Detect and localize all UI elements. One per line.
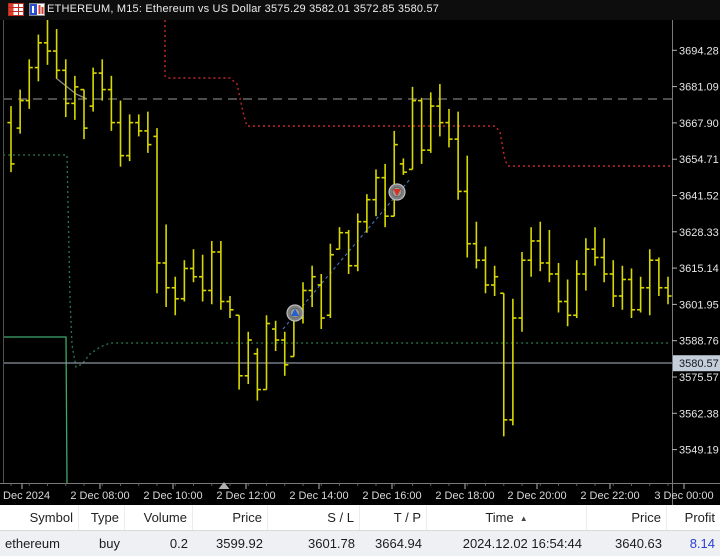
time-axis-label: 2 Dec 08:00 [70,490,129,502]
column-header-type[interactable]: Type [79,505,125,530]
cell-symbol: ethereum [5,536,60,551]
price-axis-label: 3641.52 [679,190,719,202]
current-price-box: 3580.57 [673,355,720,372]
column-header-time[interactable]: Time ▲ [427,505,587,530]
current-price-label: 3580.57 [679,358,719,370]
time-axis-label: 2 Dec 16:00 [362,490,421,502]
time-axis-label: 2 Dec 10:00 [143,490,202,502]
time-axis-label: 2 Dec 14:00 [289,490,348,502]
price-axis-label: 3601.95 [679,299,719,311]
cell-volume: 0.2 [169,536,188,551]
price-axis-label: 3588.76 [679,336,719,348]
cell-sl: 3601.78 [308,536,355,551]
time-axis-label: 2 Dec 18:00 [435,490,494,502]
bar-chart-icon [29,3,45,16]
time-axis-label: 2 Dec 12:00 [216,490,275,502]
column-header-profit[interactable]: Profit [667,505,720,530]
time-axis-label: 2 Dec 20:00 [507,490,566,502]
time-axis-label: 2 Dec 22:00 [580,490,639,502]
cell-time: 2024.12.02 16:54:44 [462,536,582,551]
price-axis-label: 3628.33 [679,227,719,239]
price-axis-label: 3562.38 [679,408,719,420]
cell-price: 3599.92 [216,536,263,551]
chart-canvas[interactable]: 3707.473694.283681.093667.903654.713641.… [0,0,720,505]
price-axis-label: 3681.09 [679,82,719,94]
cell-type: buy [99,536,120,551]
column-header-tp[interactable]: T / P [360,505,427,530]
quotes-grid-icon [8,3,24,16]
chart-title: ETHEREUM, M15: Ethereum vs US Dollar 357… [47,3,440,15]
trade-table: Symbol Type Volume Price S / LT / P Time ▲ Pric… [0,505,720,556]
column-header-volume[interactable]: Volume [125,505,193,530]
chart-titlebar: ETHEREUM, M15: Ethereum vs US Dollar 357… [0,0,720,20]
price-axis-label: 3654.71 [679,154,719,166]
price-axis-label: 3549.19 [679,445,719,457]
sort-ascending-icon: ▲ [519,514,528,523]
cell-profit: 8.14 [689,536,715,551]
price-axis-label: 3575.57 [679,372,719,384]
cell-price-2: 3640.63 [615,536,662,551]
close-marker[interactable] [388,183,406,201]
price-axis-label: 3694.28 [679,45,719,57]
chart-background [0,0,720,505]
buy-entry-marker[interactable] [286,304,304,322]
column-header-price[interactable]: Price [193,505,268,530]
trade-table-row[interactable]: ethereum buy 0.2 3599.92 3601.78 3664.94 2024.… [0,531,720,556]
mt5-chart-window: 3707.473694.283681.093667.903654.713641.… [0,0,720,556]
price-axis-label: 3667.90 [679,118,719,130]
trade-table-header: Symbol Type Volume Price S / LT / P Time ▲ Pric… [0,505,720,531]
column-header-sl[interactable]: S / L [268,505,360,530]
price-axis-label: 3615.14 [679,263,719,275]
column-header-symbol[interactable]: Symbol [0,505,79,530]
cell-tp: 3664.94 [375,536,422,551]
column-header-price-2[interactable]: Price [587,505,667,530]
time-axis-label: 2 Dec 2024 [0,490,50,502]
time-axis-label: 3 Dec 00:00 [654,490,713,502]
